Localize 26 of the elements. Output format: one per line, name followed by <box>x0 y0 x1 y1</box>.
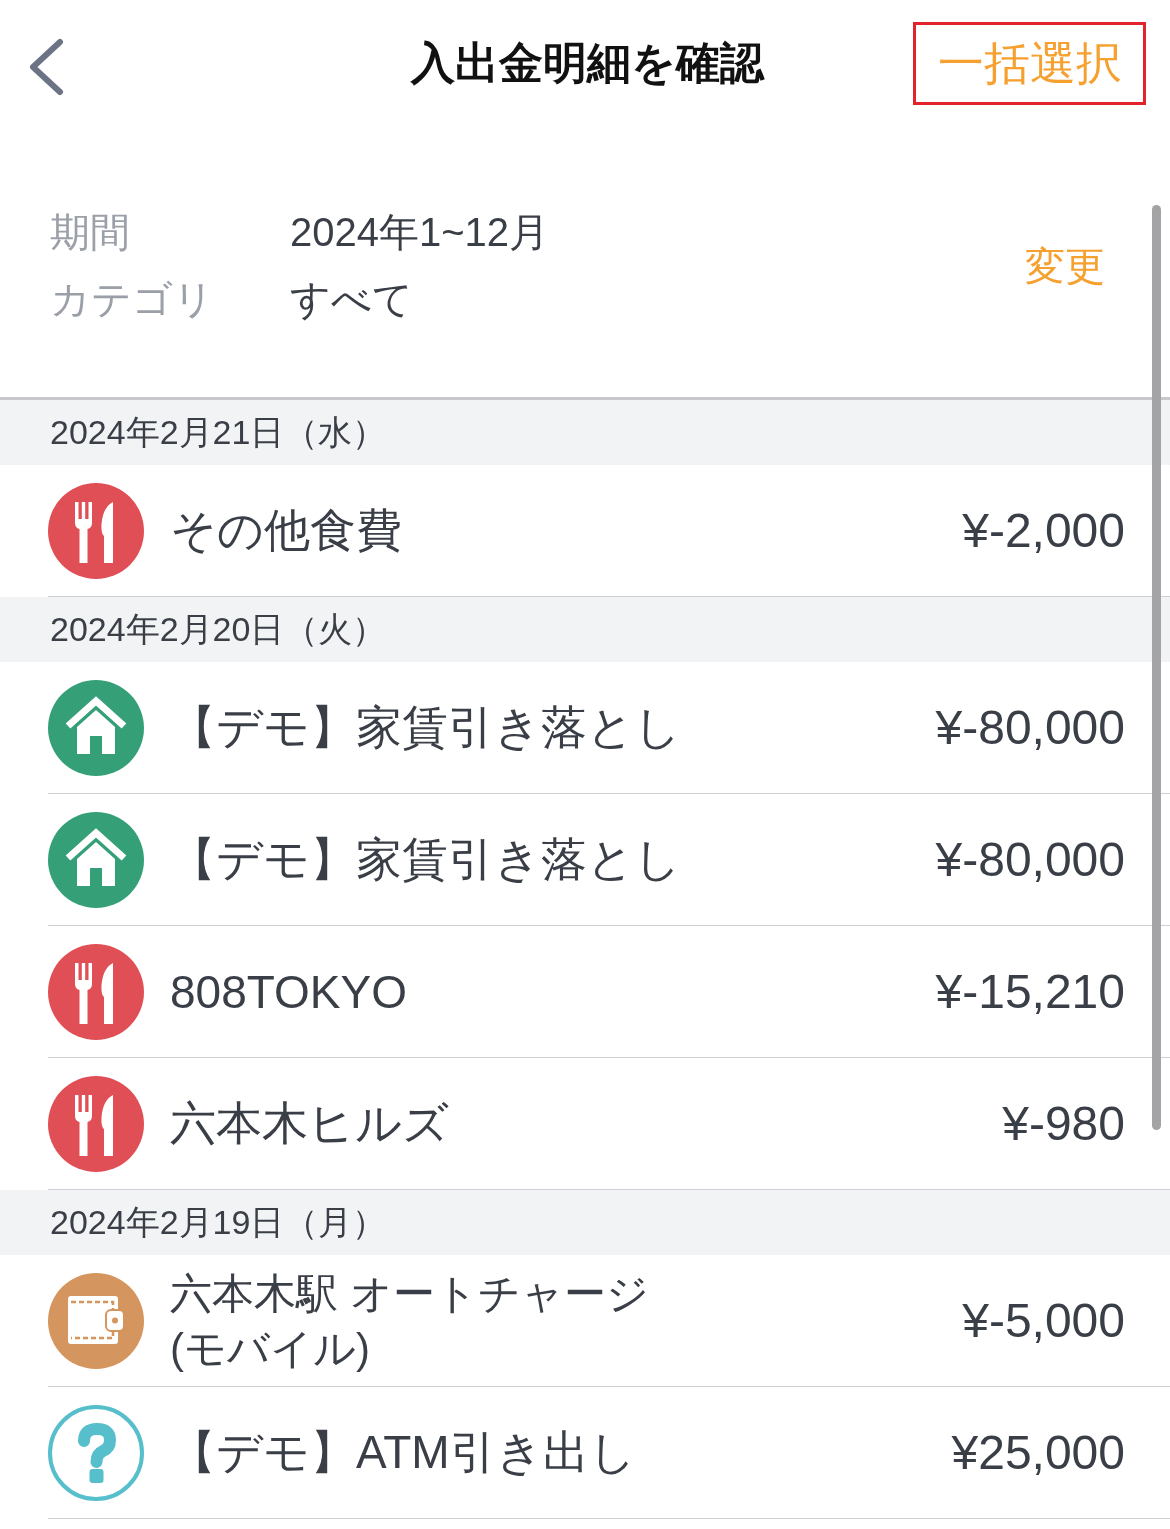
date-header: 2024年2月21日（水） <box>0 400 1170 465</box>
select-all-button[interactable]: 一括選択 <box>913 22 1146 105</box>
page-title: 入出金明細を確認 <box>410 37 764 89</box>
filter-label: カテゴリ <box>50 276 215 323</box>
transaction-amount: ¥-5,000 <box>962 1293 1125 1348</box>
transaction-amount: ¥25,000 <box>951 1425 1125 1480</box>
filter-value: すべて <box>290 276 413 323</box>
transaction-name: 【デモ】ATM引き出し <box>170 1424 636 1480</box>
back-button[interactable] <box>28 37 64 96</box>
transaction-amount: ¥-80,000 <box>935 700 1125 755</box>
filter-label: 期間 <box>50 209 131 256</box>
transaction-amount: ¥-980 <box>1002 1096 1125 1151</box>
transaction-amount: ¥-2,000 <box>962 503 1125 558</box>
transaction-name: その他食費 <box>170 502 402 558</box>
change-button[interactable]: 変更 <box>1025 238 1105 294</box>
transaction-name: 【デモ】家賃引き落とし <box>170 831 681 887</box>
date-header: 2024年2月19日（月） <box>0 1190 1170 1255</box>
date-header: 2024年2月20日（火） <box>0 597 1170 662</box>
transaction-amount: ¥-15,210 <box>935 964 1125 1019</box>
transaction-name: 【デモ】家賃引き落とし <box>170 699 681 755</box>
transaction-amount: ¥-80,000 <box>935 832 1125 887</box>
back-icon <box>28 37 64 96</box>
transaction-name: 808TOKYO <box>170 964 407 1019</box>
filter-value: 2024年1~12月 <box>290 209 550 256</box>
transaction-name: 六本木駅 オートチャージ(モバイル) <box>170 1268 650 1374</box>
transaction-name: 六本木ヒルズ <box>170 1095 449 1151</box>
